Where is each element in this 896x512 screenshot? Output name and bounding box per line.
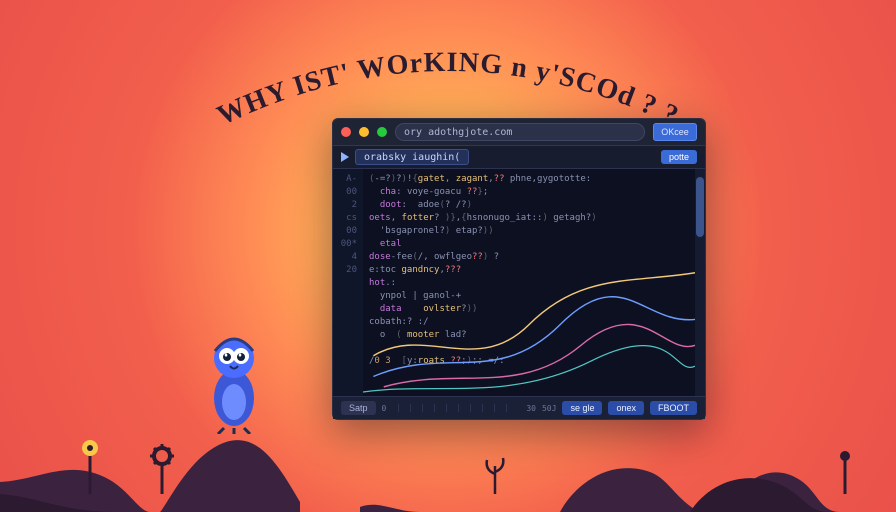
bird-mascot (200, 324, 272, 434)
footer-button-3[interactable]: FBOOT (650, 401, 697, 415)
play-icon[interactable] (341, 152, 349, 162)
line-number: 00* (335, 238, 361, 251)
stage: WHY IST' WOrKING n y'SCOd ? ? ory adothg… (0, 0, 896, 512)
line-number: 4 (335, 251, 361, 264)
ruler-tick-right: 50J (542, 404, 556, 413)
close-icon[interactable] (341, 127, 351, 137)
address-bar[interactable]: ory adothgjote.com (395, 123, 645, 141)
subtab[interactable]: potte (661, 150, 697, 164)
editor-pane: A-002cs0000*420 (-=?)?)!{gatet, zagant,?… (333, 169, 705, 399)
line-number: A- (335, 173, 361, 186)
window-titlebar: ory adothgjote.com OKcee (333, 119, 705, 146)
ruler-tick-mid: 30 (526, 404, 536, 413)
code-window: ory adothgjote.com OKcee orabsky iaughin… (332, 118, 706, 420)
titlebar-button[interactable]: OKcee (653, 123, 697, 141)
gear-icon (140, 442, 184, 494)
minimize-icon[interactable] (359, 127, 369, 137)
line-number: 2 (335, 199, 361, 212)
footer-button-2[interactable]: onex (608, 401, 644, 415)
footer-status[interactable]: Satp (341, 401, 376, 415)
line-number: 00 (335, 186, 361, 199)
scrollbar-thumb[interactable] (696, 177, 704, 237)
maximize-icon[interactable] (377, 127, 387, 137)
line-gutter: A-002cs0000*420 (333, 169, 363, 399)
editor-toolbar: orabsky iaughin( potte (333, 146, 705, 169)
ruler-tick-0: 0 (382, 404, 387, 413)
window-footer: Satp 0 30 50J se gle onex FBOOT (333, 396, 705, 419)
line-number: 00 (335, 225, 361, 238)
scrollbar[interactable] (695, 169, 705, 399)
code-lines: (-=?)?)!{gatet, zagant,?? phne,gygototte… (369, 173, 689, 368)
line-number: 20 (335, 264, 361, 277)
sprout-2 (830, 448, 860, 494)
sprout-1 (480, 454, 510, 494)
line-number: cs (335, 212, 361, 225)
flower-1 (70, 438, 110, 494)
footer-ruler (398, 404, 514, 412)
code-area[interactable]: (-=?)?)!{gatet, zagant,?? phne,gygototte… (363, 169, 695, 399)
footer-button-1[interactable]: se gle (562, 401, 602, 415)
file-tab[interactable]: orabsky iaughin( (355, 149, 469, 165)
